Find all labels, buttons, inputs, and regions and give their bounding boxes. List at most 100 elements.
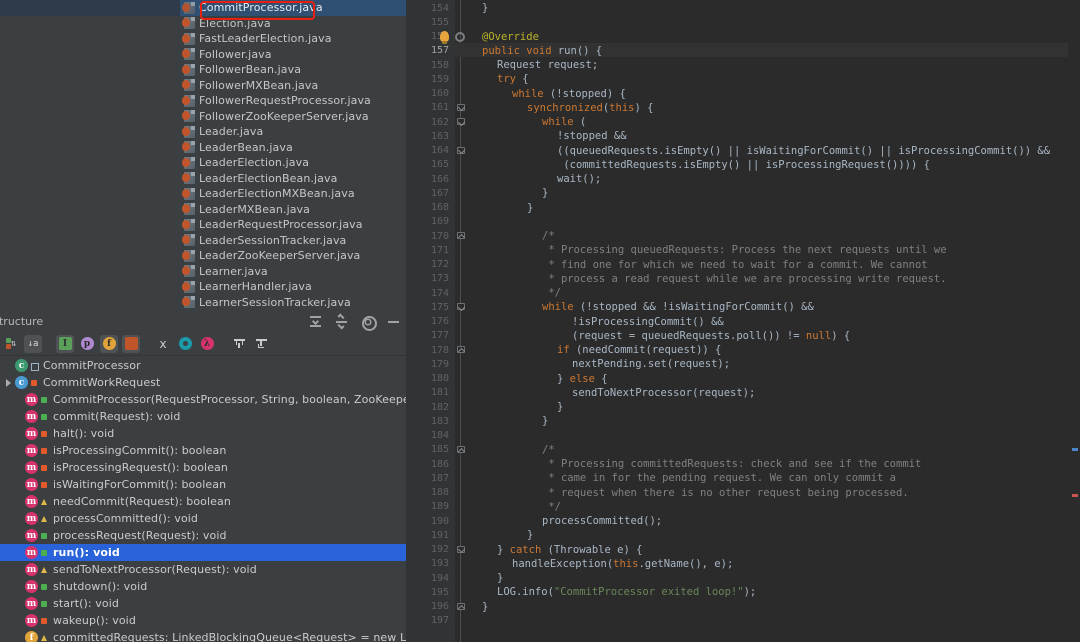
code-line[interactable]: if (needCommit(request)) { (557, 343, 721, 357)
code-line[interactable]: !stopped && (557, 129, 627, 143)
code-line[interactable]: * request when there is no other request… (542, 486, 908, 500)
show-inherited-icon[interactable]: I (56, 334, 74, 353)
file-list-item[interactable]: LeaderRequestProcessor.java (180, 217, 406, 233)
code-line[interactable]: */ (542, 500, 561, 514)
fold-toggle-icon[interactable] (456, 346, 465, 353)
code-line[interactable]: } (542, 414, 548, 428)
file-list-item[interactable]: LeaderElection.java (180, 155, 406, 171)
file-list-item[interactable]: FastLeaderElection.java (180, 31, 406, 47)
show-fields-icon[interactable]: f (100, 334, 118, 353)
code-line[interactable]: Request request; (497, 58, 598, 72)
code-line[interactable]: wait(); (557, 172, 601, 186)
file-list-item[interactable]: FollowerZooKeeperServer.java (180, 109, 406, 125)
hide-icon[interactable] (387, 315, 400, 328)
file-list-item[interactable]: LearnerSessionTracker.java (180, 295, 406, 311)
structure-tree-item[interactable]: m commit(Request): void (0, 408, 406, 425)
file-list-item[interactable]: Election.java (180, 16, 406, 32)
sort-by-visibility-icon[interactable]: ⇅ (2, 335, 20, 353)
file-list-item[interactable]: FollowerRequestProcessor.java (180, 93, 406, 109)
file-list-item[interactable]: LeaderMXBean.java (180, 202, 406, 218)
code-line[interactable]: */ (542, 286, 561, 300)
file-list-item[interactable]: LearnerHandler.java (180, 279, 406, 295)
structure-tree-item[interactable]: m halt(): void (0, 425, 406, 442)
structure-tree-item[interactable]: c CommitWorkRequest (0, 374, 406, 391)
fold-toggle-icon[interactable] (456, 545, 465, 553)
code-line[interactable]: try { (497, 72, 529, 86)
settings-gear-icon[interactable] (361, 315, 377, 331)
structure-tree-item[interactable]: m CommitProcessor(RequestProcessor, Strin… (0, 391, 406, 408)
structure-tree-item[interactable]: m processCommitted(): void (0, 510, 406, 527)
file-list-item[interactable]: CommitProcessor.java (180, 0, 406, 16)
file-list-item[interactable]: Leader.java (180, 124, 406, 140)
inspection-gear-icon[interactable] (455, 31, 465, 42)
file-list-popup[interactable]: CommitProcessor.java Election.java FastLea… (180, 0, 406, 311)
expand-all-icon[interactable] (309, 315, 322, 328)
fold-toggle-icon[interactable] (456, 232, 465, 239)
fold-toggle-icon[interactable] (456, 602, 465, 610)
structure-tree[interactable]: c CommitProcessor c CommitWorkRequest m Commi… (0, 356, 406, 642)
code-folding-rail[interactable] (455, 0, 467, 642)
code-line[interactable]: public void run() { (482, 44, 602, 58)
code-line[interactable]: } (482, 1, 488, 15)
structure-tree-item[interactable]: m wakeup(): void (0, 612, 406, 629)
code-line[interactable]: } (527, 201, 533, 215)
expand-arrow-icon[interactable] (4, 378, 14, 388)
editor-scrollbar[interactable] (1068, 0, 1080, 642)
structure-tree-item[interactable]: m isWaitingForCommit(): boolean (0, 476, 406, 493)
file-list-item[interactable]: Follower.java (180, 47, 406, 63)
code-line[interactable]: } (527, 528, 533, 542)
code-line[interactable]: (request = queuedRequests.poll()) != nul… (572, 329, 850, 343)
show-properties-icon[interactable]: p (78, 335, 96, 353)
file-list-item[interactable]: LeaderElectionMXBean.java (180, 186, 406, 202)
structure-tree-item[interactable]: m needCommit(Request): boolean (0, 493, 406, 510)
file-list-item[interactable]: Learner.java (180, 264, 406, 280)
code-line[interactable]: * Processing queuedRequests: Process the… (542, 243, 946, 257)
code-line[interactable]: processCommitted(); (542, 514, 662, 528)
show-lambdas-icon[interactable]: λ (198, 335, 216, 353)
group-by-icon[interactable]: x (154, 335, 172, 353)
structure-tree-item[interactable]: m run(): void (0, 544, 406, 561)
fold-toggle-icon[interactable] (456, 445, 465, 453)
code-line[interactable]: !isProcessingCommit() && (572, 315, 724, 329)
structure-tree-item[interactable]: m isProcessingRequest(): boolean (0, 459, 406, 476)
fold-toggle-icon[interactable] (456, 118, 465, 125)
code-line[interactable]: /* (542, 443, 555, 457)
file-list-item[interactable]: LeaderSessionTracker.java (180, 233, 406, 249)
code-line[interactable]: nextPending.set(request); (572, 357, 730, 371)
structure-tree-item[interactable]: c CommitProcessor (0, 357, 406, 374)
expand-tree-icon[interactable] (230, 335, 248, 353)
code-line[interactable]: synchronized(this) { (527, 101, 653, 115)
structure-tree-item[interactable]: m isProcessingCommit(): boolean (0, 442, 406, 459)
file-list-item[interactable]: LeaderElectionBean.java (180, 171, 406, 187)
code-line[interactable]: while (!stopped) { (512, 87, 626, 101)
code-line[interactable]: } (482, 600, 488, 614)
code-line[interactable]: } (497, 571, 503, 585)
code-editor[interactable]: 1541551561571581591601611621631641651661… (406, 0, 1080, 642)
collapse-all-icon[interactable] (335, 313, 348, 330)
code-line[interactable]: * came in for the pending request. We ca… (542, 471, 896, 485)
show-non-public-icon[interactable] (122, 334, 140, 353)
sort-alphabetically-icon[interactable]: ↓a (24, 334, 42, 353)
structure-tree-item[interactable]: m shutdown(): void (0, 578, 406, 595)
code-line[interactable]: LOG.info("CommitProcessor exited loop!")… (497, 585, 756, 599)
code-line[interactable]: while (!stopped && !isWaitingForCommit()… (542, 300, 814, 314)
file-list-item[interactable]: LeaderZooKeeperServer.java (180, 248, 406, 264)
code-line[interactable]: sendToNextProcessor(request); (572, 386, 755, 400)
intention-bulb-icon[interactable] (440, 30, 449, 44)
code-line[interactable]: /* (542, 229, 555, 243)
code-line[interactable]: handleException(this.getName(), e); (512, 557, 733, 571)
file-list-item[interactable]: FollowerBean.java (180, 62, 406, 78)
structure-tree-item[interactable]: m processRequest(Request): void (0, 527, 406, 544)
show-anonymous-icon[interactable] (176, 335, 194, 353)
file-list-item[interactable]: FollowerMXBean.java (180, 78, 406, 94)
code-line[interactable]: * process a read request while we are pr… (542, 272, 946, 286)
fold-toggle-icon[interactable] (456, 103, 465, 111)
code-line[interactable]: } catch (Throwable e) { (497, 543, 642, 557)
code-text-area[interactable]: } @Override public void run() {Request req… (467, 0, 1080, 642)
code-line[interactable]: * Processing committedRequests: check an… (542, 457, 921, 471)
code-line[interactable]: ((queuedRequests.isEmpty() || isWaitingF… (557, 144, 1050, 158)
code-line[interactable]: } (542, 186, 548, 200)
file-list-item[interactable]: LeaderBean.java (180, 140, 406, 156)
fold-toggle-icon[interactable] (456, 303, 465, 311)
structure-tree-item[interactable]: m start(): void (0, 595, 406, 612)
